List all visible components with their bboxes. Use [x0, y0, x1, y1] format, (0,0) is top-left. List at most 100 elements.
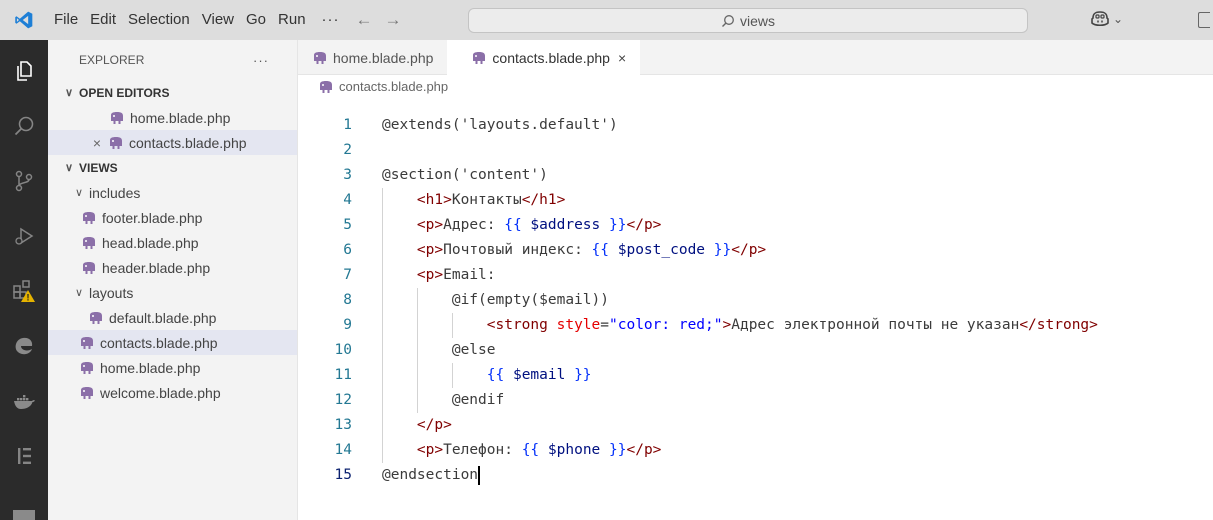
elementor-icon[interactable] — [0, 432, 48, 480]
indent-guide — [451, 363, 453, 388]
folder-label: includes — [89, 184, 141, 201]
explorer-sidebar: EXPLORER ··· ∨ OPEN EDITORS home.blade.p… — [48, 40, 298, 520]
code-token: <p> — [416, 242, 444, 258]
close-icon[interactable]: × — [618, 50, 626, 66]
code-token: Контакты — [451, 192, 522, 208]
code-text: @endsection — [382, 463, 478, 488]
file-label: footer.blade.php — [102, 209, 203, 226]
file-item[interactable]: header.blade.php — [48, 255, 297, 280]
menu-edit[interactable]: Edit — [84, 0, 122, 40]
tab-label: home.blade.php — [333, 49, 434, 66]
tab-contacts[interactable]: contacts.blade.php × — [447, 40, 641, 76]
run-debug-icon[interactable] — [0, 212, 48, 260]
code-token: @endsection — [382, 467, 479, 483]
code-text: @endif — [382, 388, 504, 413]
file-item-selected[interactable]: contacts.blade.php — [48, 330, 297, 355]
indent-guide — [382, 188, 383, 463]
code-token: {{ — [521, 442, 540, 458]
code-token: </p> — [626, 217, 662, 233]
file-item[interactable]: welcome.blade.php — [48, 380, 297, 405]
indent-guide — [416, 288, 418, 413]
open-editor-item-active[interactable]: × contacts.blade.php — [48, 130, 297, 155]
layouts-folder[interactable]: ∨ layouts — [48, 280, 297, 305]
menu-go[interactable]: Go — [240, 0, 272, 40]
source-control-icon[interactable] — [0, 157, 48, 205]
file-item[interactable]: home.blade.php — [48, 355, 297, 380]
toggle-sidebar-icon[interactable] — [1198, 12, 1210, 28]
code-line: 12 @endif — [298, 388, 1213, 413]
close-icon[interactable]: × — [90, 135, 104, 151]
menu-run[interactable]: Run — [272, 0, 312, 40]
line-number: 14 — [334, 442, 352, 458]
code-token: {{ — [486, 367, 505, 383]
php-elephant-icon — [83, 211, 95, 224]
code-token: <h1> — [416, 192, 452, 208]
code-token: "color: red;" — [609, 317, 723, 333]
code-token: Почтовый индекс: — [443, 242, 592, 258]
chevron-down-icon: ∨ — [74, 287, 84, 299]
code-line: 14 <p>Телефон: {{ $phone }}</p> — [298, 438, 1213, 463]
code-token: <strong — [486, 317, 557, 333]
chevron-down-icon: ∨ — [74, 187, 84, 199]
menu-view[interactable]: View — [196, 0, 240, 40]
back-arrow-icon[interactable]: ← — [350, 10, 379, 30]
menu-more-button[interactable]: ··· — [312, 0, 350, 40]
copilot-button[interactable]: ⌄ — [1090, 10, 1123, 28]
code-token: Адрес: — [443, 217, 505, 233]
file-item[interactable]: default.blade.php — [48, 305, 297, 330]
square-icon[interactable] — [0, 487, 48, 520]
php-elephant-icon — [83, 261, 95, 274]
php-elephant-icon — [81, 386, 93, 399]
file-item[interactable]: head.blade.php — [48, 230, 297, 255]
code-text: @section('content') — [382, 163, 548, 188]
code-token: </strong> — [1019, 317, 1098, 333]
code-token: </h1> — [521, 192, 566, 208]
includes-folder[interactable]: ∨ includes — [48, 180, 297, 205]
code-text: </p> — [382, 413, 452, 438]
forward-arrow-icon[interactable]: → — [379, 10, 408, 30]
search-icon[interactable] — [0, 102, 48, 150]
code-text: @else — [382, 338, 496, 363]
code-token: > — [722, 317, 732, 333]
docker-icon[interactable] — [0, 377, 48, 425]
command-center-search[interactable]: views — [468, 8, 1028, 33]
code-token: }} — [609, 217, 627, 233]
title-bar: File Edit Selection View Go Run ··· ← → … — [0, 0, 1213, 40]
open-editor-item[interactable]: home.blade.php — [48, 105, 297, 130]
views-folder[interactable]: ∨ VIEWS — [48, 155, 297, 180]
code-token: </p> — [626, 442, 662, 458]
edge-icon[interactable] — [0, 322, 48, 370]
code-line: 1 @extends('layouts.default') — [298, 113, 1213, 138]
extensions-icon[interactable]: ! — [0, 267, 48, 315]
line-number: 9 — [343, 317, 352, 333]
tab-label: contacts.blade.php — [492, 50, 610, 66]
explorer-title: EXPLORER — [79, 53, 145, 67]
explorer-icon[interactable] — [0, 47, 48, 95]
file-label: home.blade.php — [100, 359, 201, 376]
breadcrumb[interactable]: contacts.blade.php — [298, 75, 1213, 98]
line-number: 8 — [343, 292, 352, 308]
menu-selection[interactable]: Selection — [122, 0, 196, 40]
php-elephant-icon — [320, 80, 332, 93]
code-token: }} — [713, 242, 732, 258]
copilot-icon — [1091, 11, 1109, 27]
text-cursor — [478, 466, 481, 485]
code-line: 15 @endsection — [298, 463, 1213, 488]
code-token: <p> — [416, 217, 444, 233]
open-editor-label: contacts.blade.php — [129, 134, 247, 151]
vscode-logo-icon — [0, 0, 48, 40]
open-editors-section[interactable]: ∨ OPEN EDITORS — [48, 80, 297, 105]
editor-area: home.blade.php contacts.blade.php × cont… — [298, 40, 1213, 520]
tab-home[interactable]: home.blade.php — [298, 40, 447, 75]
code-line: 4 <h1>Контакты</h1> — [298, 188, 1213, 213]
file-item[interactable]: footer.blade.php — [48, 205, 297, 230]
code-line: 9 <strong style="color: red;">Адрес элек… — [298, 313, 1213, 338]
menu-file[interactable]: File — [48, 0, 84, 40]
explorer-more-button[interactable]: ··· — [253, 53, 269, 68]
code-text: <p>Адрес: {{ $address }}</p> — [382, 213, 661, 238]
code-token: {{ — [591, 242, 609, 258]
